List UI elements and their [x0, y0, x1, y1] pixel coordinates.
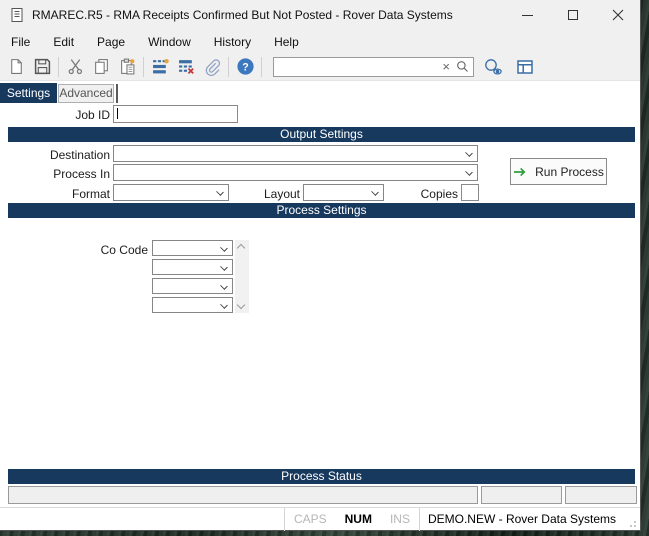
attach-icon [203, 58, 221, 76]
connection-status: DEMO.NEW - Rover Data Systems [420, 512, 624, 526]
copy-button[interactable] [88, 55, 114, 79]
scroll-down-icon[interactable] [238, 302, 245, 309]
format-select[interactable] [113, 184, 229, 201]
destination-label: Destination [20, 148, 110, 162]
copies-input[interactable] [461, 184, 479, 201]
tab-divider [116, 84, 118, 103]
text-caret [117, 108, 118, 119]
layout-button[interactable] [512, 55, 538, 79]
run-arrow-icon [513, 166, 528, 178]
paste-button[interactable] [114, 55, 140, 79]
co-code-select-4[interactable] [152, 297, 233, 313]
job-id-input[interactable] [113, 105, 238, 123]
new-document-icon [8, 58, 25, 75]
attach-button[interactable] [199, 55, 225, 79]
chevron-down-icon [220, 301, 228, 309]
process-in-label: Process In [20, 167, 110, 181]
minimize-icon [522, 15, 533, 16]
menu-window[interactable]: Window [139, 32, 200, 52]
ins-indicator: INS [381, 512, 419, 526]
run-process-button[interactable]: Run Process [510, 158, 607, 185]
app-window: RMAREC.R5 - RMA Receipts Confirmed But N… [0, 0, 641, 531]
resize-grip[interactable] [624, 508, 640, 531]
layout-select[interactable] [303, 184, 384, 201]
process-status-field [565, 486, 637, 504]
chevron-down-icon [216, 188, 224, 196]
close-button[interactable] [595, 0, 640, 30]
format-label: Format [40, 187, 110, 201]
caps-indicator: CAPS [285, 512, 336, 526]
menu-file[interactable]: File [2, 32, 39, 52]
menu-bar: File Edit Page Window History Help [0, 30, 640, 53]
search-input[interactable] [274, 59, 438, 75]
find-view-icon [483, 58, 503, 76]
save-button[interactable] [29, 55, 55, 79]
paste-icon [119, 58, 136, 75]
copies-label: Copies [391, 187, 458, 201]
tab-advanced[interactable]: Advanced [58, 84, 114, 103]
chevron-down-icon [465, 149, 473, 157]
menu-history[interactable]: History [205, 32, 260, 52]
menu-help[interactable]: Help [265, 32, 308, 52]
copy-icon [93, 58, 110, 75]
cut-button[interactable] [62, 55, 88, 79]
toolbar-separator [143, 57, 144, 77]
menu-edit[interactable]: Edit [44, 32, 83, 52]
search-icon[interactable] [454, 60, 473, 73]
window-controls [505, 0, 640, 30]
new-document-button[interactable] [3, 55, 29, 79]
title-bar: RMAREC.R5 - RMA Receipts Confirmed But N… [0, 0, 640, 30]
chevron-down-icon [220, 244, 228, 252]
layout-label: Layout [243, 187, 300, 201]
num-indicator: NUM [336, 512, 381, 526]
co-code-select-2[interactable] [152, 259, 233, 275]
app-document-icon [9, 7, 25, 23]
process-status-header: Process Status [8, 469, 635, 484]
menu-page[interactable]: Page [88, 32, 134, 52]
help-icon: ? [237, 58, 254, 75]
save-icon [34, 58, 51, 75]
maximize-icon [568, 10, 578, 20]
maximize-button[interactable] [550, 0, 595, 30]
cut-icon [67, 58, 84, 75]
co-code-scrollbar[interactable] [235, 240, 249, 313]
process-status-field [481, 486, 562, 504]
help-button[interactable]: ? [232, 55, 258, 79]
status-bar: CAPS NUM INS DEMO.NEW - Rover Data Syste… [0, 507, 640, 530]
process-status-field [8, 486, 478, 504]
destination-select[interactable] [113, 145, 478, 162]
delete-rows-icon [178, 58, 195, 75]
chevron-down-icon [371, 188, 379, 196]
process-in-select[interactable] [113, 164, 478, 181]
chevron-down-icon [220, 263, 228, 271]
output-settings-header: Output Settings [8, 127, 635, 142]
toolbar: ? × [0, 53, 640, 81]
chevron-down-icon [465, 168, 473, 176]
run-process-label: Run Process [535, 165, 604, 179]
toolbar-separator [58, 57, 59, 77]
tab-settings[interactable]: Settings [0, 83, 57, 103]
insert-rows-button[interactable] [147, 55, 173, 79]
insert-rows-icon [152, 58, 169, 75]
find-view-button[interactable] [480, 55, 506, 79]
search-clear-icon[interactable]: × [438, 58, 454, 76]
co-code-select-1[interactable] [152, 240, 233, 256]
search-box: × [273, 57, 474, 77]
toolbar-separator [228, 57, 229, 77]
svg-text:?: ? [242, 61, 248, 73]
co-code-label: Co Code [78, 243, 148, 257]
scroll-up-icon[interactable] [238, 242, 245, 249]
toolbar-separator [261, 57, 262, 77]
co-code-select-3[interactable] [152, 278, 233, 294]
layout-icon [516, 58, 534, 76]
job-id-label: Job ID [40, 108, 110, 122]
window-title: RMAREC.R5 - RMA Receipts Confirmed But N… [32, 8, 453, 22]
close-icon [612, 9, 624, 21]
chevron-down-icon [220, 282, 228, 290]
minimize-button[interactable] [505, 0, 550, 30]
delete-rows-button[interactable] [173, 55, 199, 79]
process-settings-header: Process Settings [8, 203, 635, 218]
